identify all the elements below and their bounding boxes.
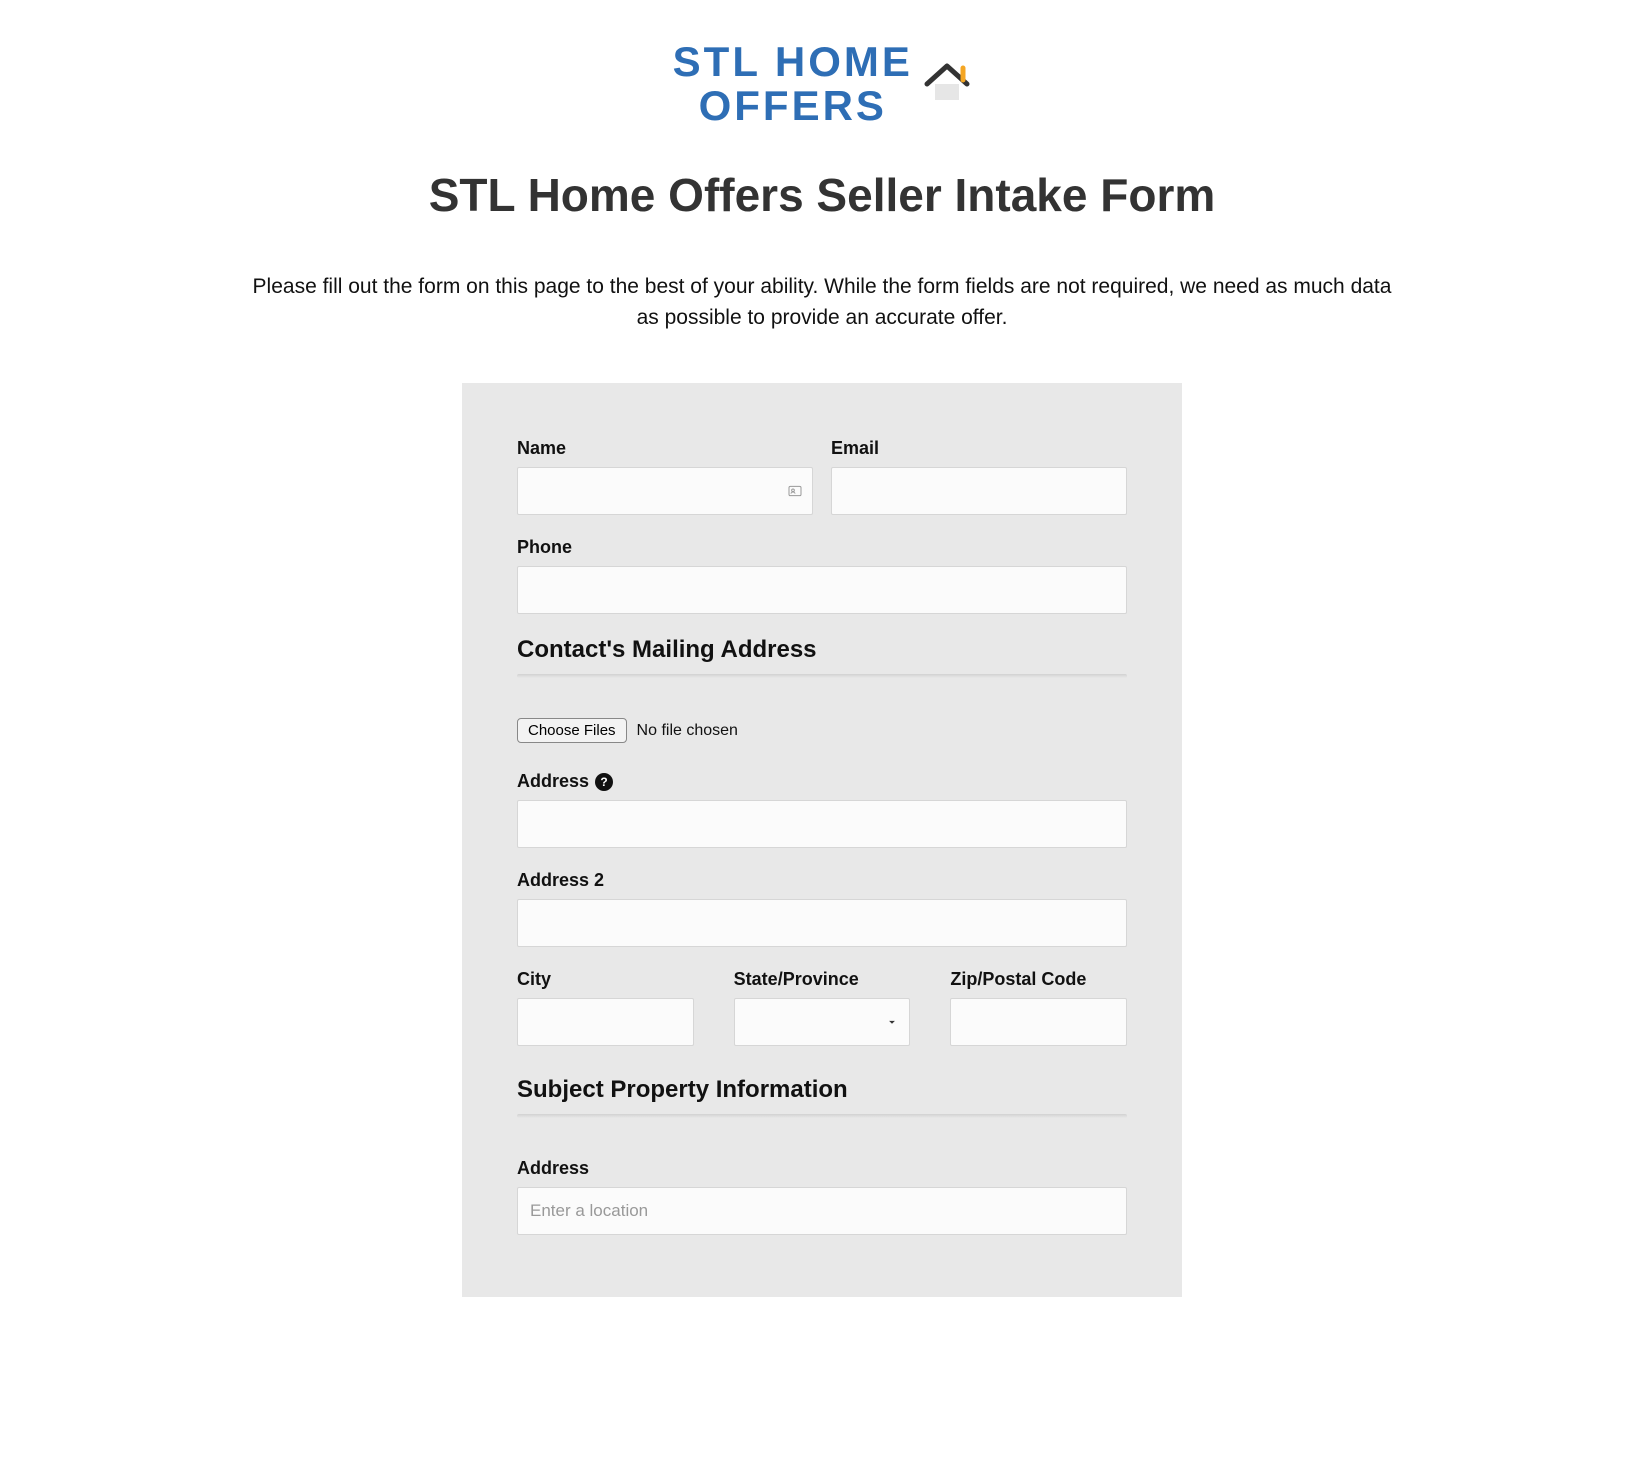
subject-address-label: Address — [517, 1158, 1127, 1179]
address2-field[interactable] — [517, 899, 1127, 947]
name-field[interactable] — [517, 467, 813, 515]
contact-card-icon — [787, 483, 803, 499]
city-field[interactable] — [517, 998, 694, 1046]
city-label: City — [517, 969, 694, 990]
section-divider — [517, 674, 1127, 678]
address2-label: Address 2 — [517, 870, 1127, 891]
name-label: Name — [517, 438, 813, 459]
subject-property-heading: Subject Property Information — [517, 1076, 1127, 1104]
state-select[interactable] — [734, 998, 911, 1046]
choose-files-button[interactable]: Choose Files — [517, 718, 627, 743]
logo-line1: STL HOME — [673, 38, 913, 85]
logo-line2: OFFERS — [699, 82, 887, 129]
page-title: STL Home Offers Seller Intake Form — [0, 168, 1644, 222]
page-description: Please fill out the form on this page to… — [172, 272, 1472, 333]
subject-address-field[interactable] — [517, 1187, 1127, 1235]
contact-address-heading: Contact's Mailing Address — [517, 636, 1127, 664]
help-icon[interactable]: ? — [595, 773, 613, 791]
phone-label: Phone — [517, 537, 1127, 558]
address-field[interactable] — [517, 800, 1127, 848]
house-icon — [923, 60, 971, 109]
zip-label: Zip/Postal Code — [950, 969, 1127, 990]
logo: STL HOME OFFERS — [0, 40, 1644, 128]
file-status: No file chosen — [637, 722, 738, 740]
email-label: Email — [831, 438, 1127, 459]
intake-form: Name Email Phone Contact's Mailing Addre… — [462, 383, 1182, 1297]
state-label: State/Province — [734, 969, 911, 990]
phone-field[interactable] — [517, 566, 1127, 614]
zip-field[interactable] — [950, 998, 1127, 1046]
section-divider — [517, 1114, 1127, 1118]
address-label: Address ? — [517, 771, 1127, 792]
email-field[interactable] — [831, 467, 1127, 515]
